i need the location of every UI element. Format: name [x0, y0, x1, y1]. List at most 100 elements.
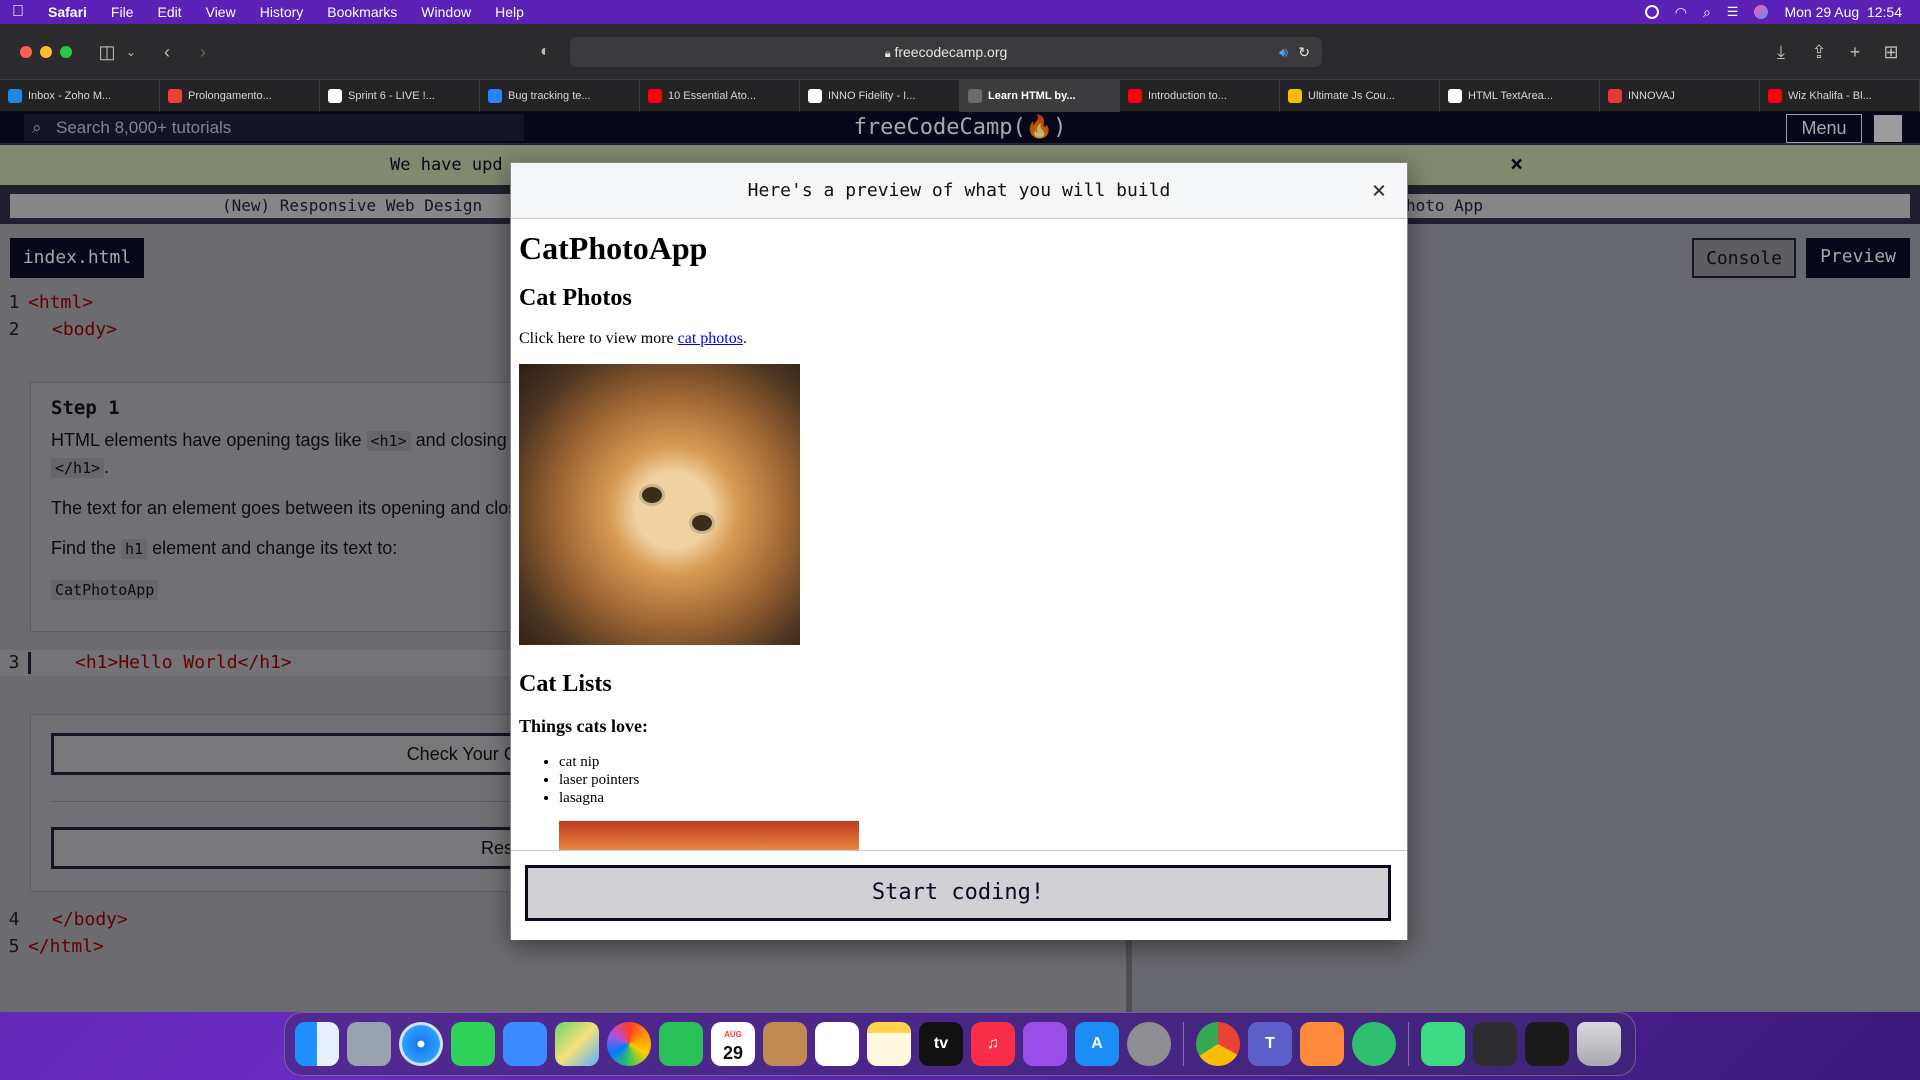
- app-store-icon[interactable]: A: [1075, 1022, 1119, 1066]
- safari-window: ◫ ⌄ ‹ › ◐ 🔒︎ freecodecamp.org 🔊︎ ↻ ⤓ ⇪ +…: [0, 24, 1920, 1012]
- calendar-month: AUG: [724, 1030, 742, 1039]
- menu-window[interactable]: Window: [409, 0, 483, 24]
- browser-tab[interactable]: 10 Essential Ato...: [640, 80, 800, 112]
- downloads-icon[interactable]: ⤓: [1770, 39, 1792, 65]
- apple-icon[interactable]: : [0, 0, 36, 24]
- launchpad-icon[interactable]: [347, 1022, 391, 1066]
- menu-help[interactable]: Help: [483, 0, 536, 24]
- preview-list: cat nip laser pointers lasagna: [559, 753, 1399, 807]
- menu-bookmarks[interactable]: Bookmarks: [315, 0, 409, 24]
- preview-modal: Here's a preview of what you will build …: [510, 162, 1408, 940]
- dock-separator: [1183, 1022, 1184, 1066]
- reminders-icon[interactable]: [815, 1022, 859, 1066]
- apple-tv-label: tv: [933, 1035, 949, 1052]
- keyboard-app-icon[interactable]: [1473, 1022, 1517, 1066]
- start-coding-button[interactable]: Start coding!: [525, 865, 1391, 921]
- terminal-icon[interactable]: [1525, 1022, 1569, 1066]
- atom-icon[interactable]: [1352, 1022, 1396, 1066]
- system-preferences-icon[interactable]: [1127, 1022, 1171, 1066]
- browser-tab[interactable]: Sprint 6 - LIVE !...: [320, 80, 480, 112]
- browser-tab[interactable]: Inbox - Zoho M...: [0, 80, 160, 112]
- browser-toolbar: ◫ ⌄ ‹ › ◐ 🔒︎ freecodecamp.org 🔊︎ ↻ ⤓ ⇪ +…: [0, 24, 1920, 80]
- close-icon[interactable]: ×: [1365, 163, 1393, 219]
- browser-tab[interactable]: INNO Fidelity - I...: [800, 80, 960, 112]
- clock-datetime[interactable]: Mon 29 Aug 12:54: [1784, 4, 1902, 20]
- cat-eye: [639, 484, 665, 506]
- preview-h2-photos: Cat Photos: [519, 285, 632, 311]
- address-bar[interactable]: 🔒︎ freecodecamp.org 🔊︎ ↻: [570, 37, 1322, 67]
- favicon-icon: [808, 89, 822, 103]
- privacy-shield-icon[interactable]: ◐: [534, 39, 556, 65]
- favicon-icon: [1288, 89, 1302, 103]
- back-icon[interactable]: ‹: [156, 39, 178, 65]
- modal-title: Here's a preview of what you will build: [747, 180, 1171, 201]
- list-item: laser pointers: [559, 771, 1399, 789]
- photos-icon[interactable]: [607, 1022, 651, 1066]
- favicon-icon: [488, 89, 502, 103]
- facetime-icon[interactable]: [659, 1022, 703, 1066]
- siri-icon[interactable]: [1754, 5, 1769, 19]
- browser-tab[interactable]: Wiz Khalifa - Bl...: [1760, 80, 1920, 112]
- forward-icon[interactable]: ›: [192, 39, 214, 65]
- finder-icon[interactable]: [295, 1022, 339, 1066]
- control-center-icon[interactable]: ☰: [1727, 4, 1739, 20]
- apple-tv-icon[interactable]: tv: [919, 1022, 963, 1066]
- cat-photo-image[interactable]: [519, 364, 800, 645]
- tab-overview-icon[interactable]: ⊞: [1880, 39, 1902, 65]
- menu-safari[interactable]: Safari: [36, 0, 99, 24]
- browser-tab[interactable]: HTML TextArea...: [1440, 80, 1600, 112]
- calendar-icon[interactable]: AUG 29: [711, 1022, 755, 1066]
- zoom-window-icon[interactable]: [60, 46, 72, 58]
- safari-icon[interactable]: [399, 1022, 443, 1066]
- podcasts-icon[interactable]: [1023, 1022, 1067, 1066]
- reload-icon[interactable]: ↻: [1298, 37, 1310, 67]
- menu-edit[interactable]: Edit: [145, 0, 193, 24]
- browser-tab[interactable]: Introduction to...: [1120, 80, 1280, 112]
- contacts-icon[interactable]: [763, 1022, 807, 1066]
- audio-playing-icon[interactable]: 🔊︎: [1279, 37, 1288, 67]
- tab-bar: Inbox - Zoho M... Prolongamento... Sprint …: [0, 80, 1920, 112]
- messages-icon[interactable]: [451, 1022, 495, 1066]
- tab-label: 10 Essential Ato...: [668, 90, 757, 102]
- android-studio-icon[interactable]: [1421, 1022, 1465, 1066]
- minimize-window-icon[interactable]: [40, 46, 52, 58]
- share-icon[interactable]: ⇪: [1808, 39, 1830, 65]
- wifi-icon[interactable]: ◠: [1675, 4, 1687, 21]
- menu-history[interactable]: History: [248, 0, 316, 24]
- tab-label: INNO Fidelity - I...: [828, 90, 916, 102]
- new-tab-icon[interactable]: +: [1844, 39, 1866, 65]
- macos-dock: AUG 29 tv ♫ A T: [284, 1012, 1636, 1076]
- chrome-icon[interactable]: [1196, 1022, 1240, 1066]
- menu-view[interactable]: View: [194, 0, 248, 24]
- maps-icon[interactable]: [555, 1022, 599, 1066]
- favicon-icon: [648, 89, 662, 103]
- browser-tab[interactable]: Bug tracking te...: [480, 80, 640, 112]
- browser-tab[interactable]: Learn HTML by...: [960, 80, 1120, 112]
- trash-icon[interactable]: [1577, 1022, 1621, 1066]
- sublime-icon[interactable]: [1300, 1022, 1344, 1066]
- spotlight-icon[interactable]: ⌕: [1703, 4, 1711, 21]
- browser-tab[interactable]: INNOVAJ: [1600, 80, 1760, 112]
- list-item: cat nip: [559, 753, 1399, 771]
- play-icon[interactable]: [1644, 5, 1659, 19]
- favicon-icon: [1608, 89, 1622, 103]
- tab-label: Sprint 6 - LIVE !...: [348, 90, 435, 102]
- favicon-icon: [168, 89, 182, 103]
- mail-icon[interactable]: [503, 1022, 547, 1066]
- tab-label: INNOVAJ: [1628, 90, 1675, 102]
- preview-paragraph: Click here to view more cat photos.: [519, 330, 747, 347]
- music-icon[interactable]: ♫: [971, 1022, 1015, 1066]
- cat-photos-link[interactable]: cat photos: [678, 330, 743, 347]
- menu-file[interactable]: File: [99, 0, 146, 24]
- browser-tab[interactable]: Prolongamento...: [160, 80, 320, 112]
- teams-icon[interactable]: T: [1248, 1022, 1292, 1066]
- modal-header: Here's a preview of what you will build …: [511, 163, 1407, 219]
- notes-icon[interactable]: [867, 1022, 911, 1066]
- favicon-icon: [1128, 89, 1142, 103]
- browser-tab[interactable]: Ultimate Js Cou...: [1280, 80, 1440, 112]
- close-window-icon[interactable]: [20, 46, 32, 58]
- sidebar-toggle-icon[interactable]: ◫: [96, 39, 118, 65]
- cat-eye: [689, 512, 715, 534]
- chevron-down-icon[interactable]: ⌄: [124, 39, 138, 65]
- preview-content: CatPhotoApp Cat Photos Click here to vie…: [511, 220, 1407, 850]
